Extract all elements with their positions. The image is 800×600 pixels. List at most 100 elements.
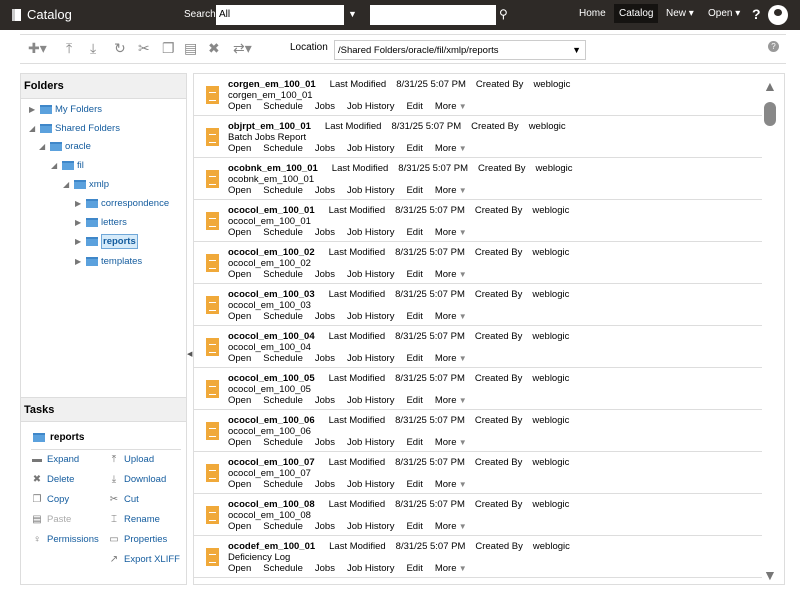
new-icon[interactable]: ✚▾ (28, 40, 47, 57)
tree-reports[interactable]: ▶ reports (75, 234, 138, 249)
item-name[interactable]: corgen_em_100_01 (228, 79, 316, 90)
tree-xmlp[interactable]: ◢ xmlp (63, 179, 109, 190)
action-schedule-link[interactable]: Schedule (263, 101, 303, 112)
action-jobs-link[interactable]: Jobs (315, 227, 335, 238)
action-job-history-link[interactable]: Job History (347, 395, 395, 406)
collapse-icon[interactable]: ◢ (29, 124, 37, 133)
item-name[interactable]: ocodef_em_100_01 (228, 541, 315, 552)
task-download[interactable]: ⤓ Download (108, 474, 166, 485)
action-more-link[interactable]: More (435, 143, 467, 154)
action-schedule-link[interactable]: Schedule (263, 353, 303, 364)
action-jobs-link[interactable]: Jobs (315, 395, 335, 406)
task-permissions[interactable]: ♀ Permissions (31, 534, 99, 545)
action-jobs-link[interactable]: Jobs (315, 143, 335, 154)
collapse-icon[interactable]: ◢ (63, 180, 71, 189)
task-rename[interactable]: ⌶ Rename (108, 514, 160, 525)
action-schedule-link[interactable]: Schedule (263, 143, 303, 154)
tree-shared-folders[interactable]: ◢ Shared Folders (29, 123, 120, 134)
action-more-link[interactable]: More (435, 311, 467, 322)
item-name[interactable]: ococol_em_100_02 (228, 247, 315, 258)
item-name[interactable]: ococol_em_100_05 (228, 373, 315, 384)
action-job-history-link[interactable]: Job History (347, 143, 395, 154)
action-jobs-link[interactable]: Jobs (315, 479, 335, 490)
expand-icon[interactable]: ▶ (75, 257, 83, 266)
action-edit-link[interactable]: Edit (406, 101, 422, 112)
item-name[interactable]: ococol_em_100_06 (228, 415, 315, 426)
task-export-xliff[interactable]: ↗ Export XLIFF (108, 554, 180, 565)
item-name[interactable]: ococol_em_100_01 (228, 205, 315, 216)
chevron-down-icon[interactable]: ▼ (348, 9, 357, 19)
action-job-history-link[interactable]: Job History (347, 269, 395, 280)
action-jobs-link[interactable]: Jobs (315, 101, 335, 112)
task-cut[interactable]: ✂ Cut (108, 494, 139, 505)
collapse-icon[interactable]: ◢ (39, 142, 47, 151)
search-icon[interactable]: ⚲ (499, 7, 508, 21)
task-properties[interactable]: ▭ Properties (108, 534, 167, 545)
tree-oracle[interactable]: ◢ oracle (39, 141, 91, 152)
action-open-link[interactable]: Open (228, 437, 251, 448)
action-open-link[interactable]: Open (228, 101, 251, 112)
nav-home[interactable]: Home (579, 8, 606, 19)
task-expand[interactable]: ▬ Expand (31, 454, 79, 465)
paste-icon[interactable]: ▤ (184, 40, 197, 57)
action-edit-link[interactable]: Edit (406, 311, 422, 322)
action-schedule-link[interactable]: Schedule (263, 227, 303, 238)
transfer-icon[interactable]: ⇄▾ (233, 40, 252, 57)
scrollbar[interactable]: ▲ ▼ (760, 78, 782, 583)
action-job-history-link[interactable]: Job History (347, 479, 395, 490)
nav-new[interactable]: New ▾ (666, 8, 694, 19)
action-open-link[interactable]: Open (228, 353, 251, 364)
action-edit-link[interactable]: Edit (406, 395, 422, 406)
action-job-history-link[interactable]: Job History (347, 185, 395, 196)
tree-templates[interactable]: ▶ templates (75, 256, 142, 267)
action-more-link[interactable]: More (435, 395, 467, 406)
item-name[interactable]: ococol_em_100_08 (228, 499, 315, 510)
help-button[interactable]: ? (752, 6, 761, 22)
action-edit-link[interactable]: Edit (406, 479, 422, 490)
action-schedule-link[interactable]: Schedule (263, 479, 303, 490)
nav-catalog[interactable]: Catalog (614, 4, 659, 23)
action-job-history-link[interactable]: Job History (347, 101, 395, 112)
location-select[interactable]: /Shared Folders/oracle/fil/xmlp/reports ▼ (334, 40, 586, 60)
action-more-link[interactable]: More (435, 269, 467, 280)
action-jobs-link[interactable]: Jobs (315, 311, 335, 322)
item-name[interactable]: ococol_em_100_03 (228, 289, 315, 300)
action-jobs-link[interactable]: Jobs (315, 353, 335, 364)
action-more-link[interactable]: More (435, 353, 467, 364)
action-schedule-link[interactable]: Schedule (263, 185, 303, 196)
expand-icon[interactable]: ▶ (75, 199, 83, 208)
action-job-history-link[interactable]: Job History (347, 353, 395, 364)
tree-fil[interactable]: ◢ fil (51, 160, 84, 171)
nav-open[interactable]: Open ▾ (708, 8, 740, 19)
expand-icon[interactable]: ▶ (75, 237, 83, 246)
search-scope-select[interactable]: All (216, 5, 344, 25)
scroll-up-icon[interactable]: ▲ (763, 78, 777, 94)
item-name[interactable]: objrpt_em_100_01 (228, 121, 311, 132)
action-edit-link[interactable]: Edit (406, 143, 422, 154)
action-schedule-link[interactable]: Schedule (263, 521, 303, 532)
cut-icon[interactable]: ✂ (138, 40, 150, 57)
action-jobs-link[interactable]: Jobs (315, 269, 335, 280)
action-open-link[interactable]: Open (228, 479, 251, 490)
item-name[interactable]: ococol_em_100_04 (228, 331, 315, 342)
collapse-panel-handle[interactable]: ◀ (187, 350, 192, 358)
action-jobs-link[interactable]: Jobs (315, 185, 335, 196)
action-more-link[interactable]: More (435, 437, 467, 448)
action-more-link[interactable]: More (435, 479, 467, 490)
action-schedule-link[interactable]: Schedule (263, 563, 303, 574)
tree-my-folders[interactable]: ▶ My Folders (29, 104, 102, 115)
action-edit-link[interactable]: Edit (406, 563, 422, 574)
action-jobs-link[interactable]: Jobs (315, 563, 335, 574)
refresh-icon[interactable]: ↻ (114, 40, 126, 57)
collapse-icon[interactable]: ◢ (51, 161, 59, 170)
action-open-link[interactable]: Open (228, 143, 251, 154)
item-name[interactable]: ococol_em_100_07 (228, 457, 315, 468)
task-upload[interactable]: ⤒ Upload (108, 454, 154, 465)
action-job-history-link[interactable]: Job History (347, 563, 395, 574)
scroll-down-icon[interactable]: ▼ (763, 567, 777, 583)
action-schedule-link[interactable]: Schedule (263, 437, 303, 448)
action-jobs-link[interactable]: Jobs (315, 521, 335, 532)
action-open-link[interactable]: Open (228, 521, 251, 532)
action-job-history-link[interactable]: Job History (347, 437, 395, 448)
action-open-link[interactable]: Open (228, 227, 251, 238)
